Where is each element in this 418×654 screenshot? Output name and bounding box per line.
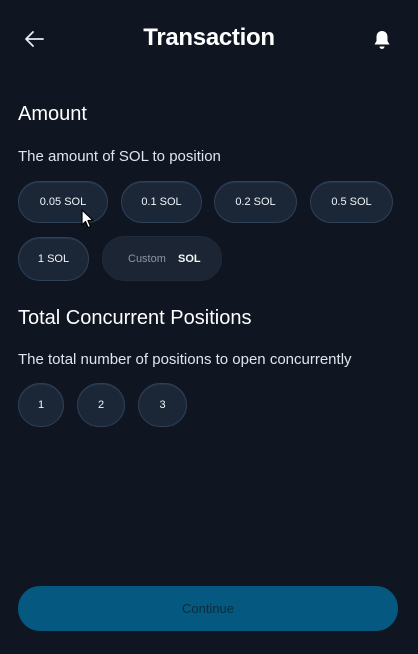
amount-option-1[interactable]: 1 SOL — [18, 237, 89, 281]
amount-option-0-2[interactable]: 0.2 SOL — [214, 181, 297, 223]
positions-title: Total Concurrent Positions — [18, 307, 252, 329]
custom-amount-unit: SOL — [178, 252, 201, 265]
amount-option-0-1[interactable]: 0.1 SOL — [121, 181, 202, 223]
positions-option-2[interactable]: 2 — [77, 383, 125, 427]
app-header: Transaction — [0, 0, 418, 80]
positions-option-3[interactable]: 3 — [138, 383, 187, 427]
custom-amount-placeholder: Custom — [128, 252, 166, 265]
amount-option-0-05[interactable]: 0.05 SOL — [18, 181, 108, 223]
positions-description: The total number of positions to open co… — [18, 351, 352, 368]
amount-option-0-5[interactable]: 0.5 SOL — [310, 181, 393, 223]
notifications-button[interactable] — [370, 27, 394, 53]
positions-option-1[interactable]: 1 — [18, 383, 64, 427]
custom-amount-input[interactable]: Custom SOL — [102, 236, 222, 281]
continue-button[interactable]: Continue — [18, 586, 398, 631]
amount-description: The amount of SOL to position — [18, 148, 221, 165]
bell-icon — [374, 31, 390, 49]
page-title: Transaction — [143, 24, 275, 51]
amount-title: Amount — [18, 103, 87, 125]
